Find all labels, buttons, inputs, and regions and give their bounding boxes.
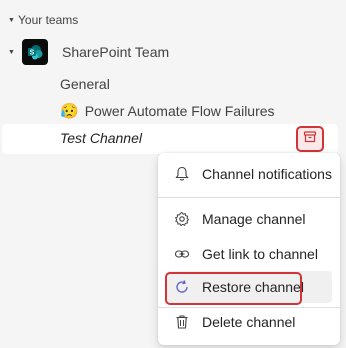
sad-face-emoji-icon: 😥: [60, 103, 79, 120]
sharepoint-logo-icon: S: [22, 39, 48, 65]
menu-item-label: Get link to channel: [202, 246, 318, 262]
channel-test-row[interactable]: [2, 124, 338, 154]
archive-indicator-button[interactable]: [296, 126, 324, 152]
gear-icon: [172, 209, 192, 229]
archive-icon: [303, 130, 317, 149]
menu-item-label: Delete channel: [202, 314, 296, 330]
chevron-down-icon: ▼: [8, 16, 15, 24]
menu-item-label: Manage channel: [202, 211, 306, 227]
menu-divider: [158, 197, 340, 198]
channel-power-automate[interactable]: 😥 Power Automate Flow Failures: [60, 101, 275, 121]
team-name: SharePoint Team: [62, 44, 170, 60]
trash-icon: [172, 312, 192, 332]
menu-item-label: Channel notifications: [202, 166, 332, 182]
channel-label: Power Automate Flow Failures: [84, 103, 275, 119]
channel-context-menu: Channel notifications Manage channel Get…: [158, 153, 340, 345]
menu-item-manage-channel[interactable]: Manage channel: [166, 203, 332, 235]
menu-item-get-link[interactable]: Get link to channel: [166, 238, 332, 270]
team-row-sharepoint[interactable]: ▼ S SharePoint Team: [8, 38, 169, 66]
bell-icon: [172, 164, 192, 184]
channel-test-label: Test Channel: [60, 130, 142, 146]
your-teams-header[interactable]: ▼ Your teams: [8, 10, 78, 30]
menu-item-restore-channel[interactable]: Restore channel: [166, 271, 332, 303]
restore-arrow-icon: [172, 277, 192, 297]
chevron-down-icon: ▼: [8, 48, 15, 56]
link-icon: [172, 244, 192, 264]
svg-text:S: S: [30, 50, 35, 57]
menu-item-label: Restore channel: [202, 279, 304, 295]
section-label: Your teams: [18, 13, 79, 27]
menu-item-channel-notifications[interactable]: Channel notifications: [166, 158, 332, 190]
channel-general[interactable]: General: [60, 74, 110, 94]
menu-item-delete-channel[interactable]: Delete channel: [166, 306, 332, 338]
channel-label: General: [60, 76, 110, 92]
